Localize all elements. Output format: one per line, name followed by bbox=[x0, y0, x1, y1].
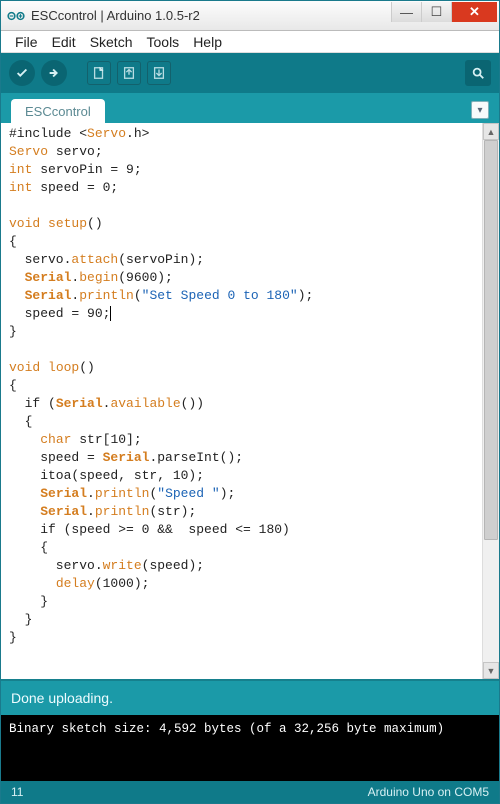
code-editor[interactable]: #include <Servo.h> Servo servo; int serv… bbox=[1, 123, 482, 679]
titlebar[interactable]: ESCcontrol | Arduino 1.0.5-r2 — ☐ ✕ bbox=[1, 1, 499, 31]
line-number: 11 bbox=[11, 785, 23, 799]
console-output[interactable]: Binary sketch size: 4,592 bytes (of a 32… bbox=[1, 715, 499, 781]
open-sketch-button[interactable] bbox=[117, 61, 141, 85]
window-controls: — ☐ ✕ bbox=[391, 2, 497, 22]
scroll-down-icon[interactable]: ▼ bbox=[483, 662, 499, 679]
new-sketch-button[interactable] bbox=[87, 61, 111, 85]
status-message: Done uploading. bbox=[11, 690, 113, 706]
scroll-up-icon[interactable]: ▲ bbox=[483, 123, 499, 140]
status-bar: Done uploading. bbox=[1, 679, 499, 715]
toolbar bbox=[1, 53, 499, 93]
text-cursor bbox=[110, 306, 111, 321]
arduino-logo-icon bbox=[7, 9, 25, 23]
menu-edit[interactable]: Edit bbox=[46, 32, 82, 52]
menu-tools[interactable]: Tools bbox=[141, 32, 186, 52]
verify-button[interactable] bbox=[9, 60, 35, 86]
maximize-button[interactable]: ☐ bbox=[421, 2, 451, 22]
tab-bar: ESCcontrol ▾ bbox=[1, 93, 499, 123]
serial-monitor-button[interactable] bbox=[465, 60, 491, 86]
menu-sketch[interactable]: Sketch bbox=[84, 32, 139, 52]
arduino-ide-window: ESCcontrol | Arduino 1.0.5-r2 — ☐ ✕ File… bbox=[0, 0, 500, 804]
minimize-button[interactable]: — bbox=[391, 2, 421, 22]
editor-area: #include <Servo.h> Servo servo; int serv… bbox=[1, 123, 499, 679]
window-title: ESCcontrol | Arduino 1.0.5-r2 bbox=[31, 8, 391, 23]
footer-bar: 11 Arduino Uno on COM5 bbox=[1, 781, 499, 803]
board-port: Arduino Uno on COM5 bbox=[368, 785, 489, 799]
menu-file[interactable]: File bbox=[9, 32, 44, 52]
code-text: #include < bbox=[9, 126, 87, 141]
upload-button[interactable] bbox=[41, 60, 67, 86]
tab-menu-dropdown[interactable]: ▾ bbox=[471, 101, 489, 119]
menubar: File Edit Sketch Tools Help bbox=[1, 31, 499, 53]
tab-esccontrol[interactable]: ESCcontrol bbox=[11, 99, 105, 123]
close-button[interactable]: ✕ bbox=[451, 2, 497, 22]
vertical-scrollbar[interactable]: ▲ ▼ bbox=[482, 123, 499, 679]
console-line: Binary sketch size: 4,592 bytes (of a 32… bbox=[9, 721, 491, 737]
scroll-thumb[interactable] bbox=[484, 140, 498, 540]
menu-help[interactable]: Help bbox=[187, 32, 228, 52]
save-sketch-button[interactable] bbox=[147, 61, 171, 85]
